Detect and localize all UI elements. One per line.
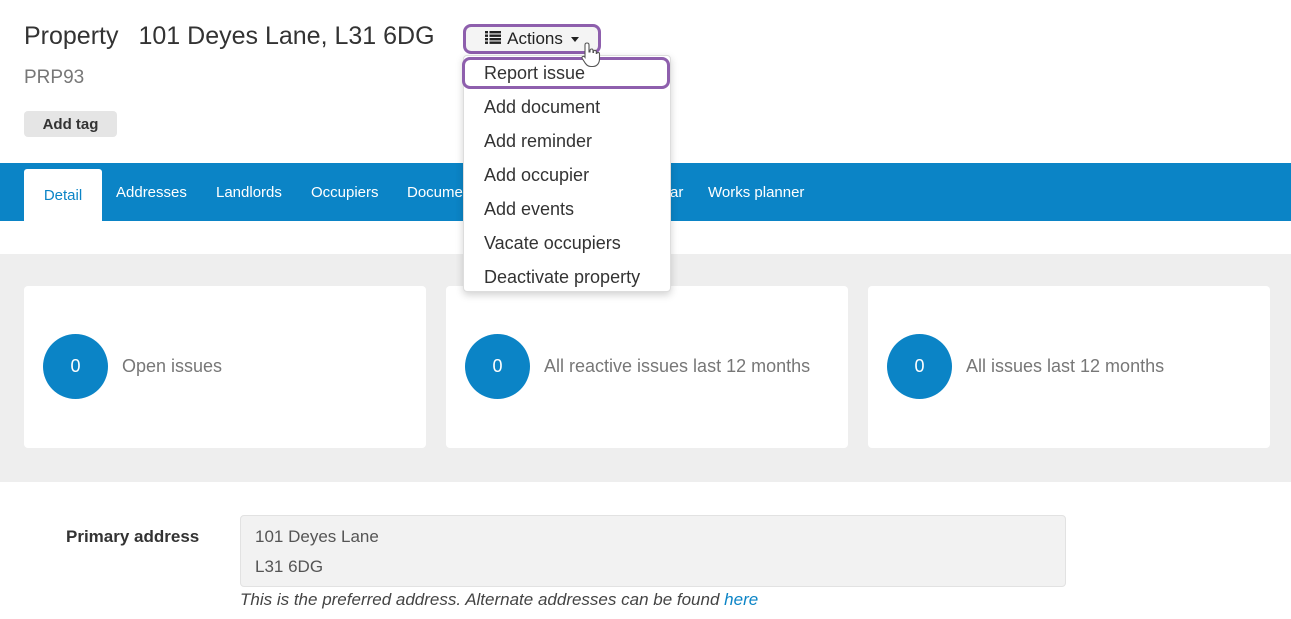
tab-detail[interactable]: Detail bbox=[24, 169, 102, 221]
menu-item-add-reminder[interactable]: Add reminder bbox=[464, 125, 670, 157]
entity-label: Property bbox=[24, 22, 119, 50]
primary-address-box: 101 Deyes Lane L31 6DG bbox=[240, 515, 1066, 587]
menu-item-deactivate-property[interactable]: Deactivate property bbox=[464, 261, 670, 293]
menu-item-add-events[interactable]: Add events bbox=[464, 193, 670, 225]
tab-landlords[interactable]: Landlords bbox=[216, 163, 282, 221]
actions-dropdown-menu: Report issue Add document Add reminder A… bbox=[462, 55, 671, 293]
alternate-addresses-link[interactable]: here bbox=[724, 590, 758, 609]
actions-label: Actions bbox=[507, 29, 563, 48]
stat-label: All reactive issues last 12 months bbox=[544, 356, 811, 376]
add-tag-button[interactable]: Add tag bbox=[24, 111, 117, 137]
menu-item-report-issue[interactable]: Report issue bbox=[462, 57, 670, 89]
menu-item-add-occupier[interactable]: Add occupier bbox=[464, 159, 670, 191]
address-line-1: 101 Deyes Lane bbox=[255, 527, 379, 546]
primary-address-label: Primary address bbox=[66, 527, 200, 546]
stat-count: 0 bbox=[43, 334, 108, 399]
tab-addresses[interactable]: Addresses bbox=[116, 163, 187, 221]
stat-count: 0 bbox=[887, 334, 952, 399]
menu-item-vacate-occupiers[interactable]: Vacate occupiers bbox=[464, 227, 670, 259]
tab-works-planner[interactable]: Works planner bbox=[708, 163, 804, 221]
address-line-2: L31 6DG bbox=[255, 557, 324, 576]
stat-label: Open issues bbox=[122, 356, 223, 376]
stat-count: 0 bbox=[465, 334, 530, 399]
caret-down-icon bbox=[570, 36, 579, 42]
property-code: PRP93 bbox=[24, 67, 85, 88]
hand-pointer-icon bbox=[580, 42, 602, 73]
menu-item-add-document[interactable]: Add document bbox=[464, 91, 670, 123]
stat-card-all-issues[interactable]: 0 All issues last 12 months bbox=[868, 286, 1270, 448]
property-address: 101 Deyes Lane, L31 6DG bbox=[138, 22, 435, 50]
tab-occupiers[interactable]: Occupiers bbox=[311, 163, 379, 221]
page-title: Property 101 Deyes Lane, L31 6DG bbox=[24, 22, 435, 51]
address-note: This is the preferred address. Alternate… bbox=[240, 590, 758, 610]
tab-calendar[interactable]: ar bbox=[670, 163, 683, 221]
list-icon bbox=[485, 29, 502, 49]
stat-card-reactive-issues[interactable]: 0 All reactive issues last 12 months bbox=[446, 286, 848, 448]
stat-label: All issues last 12 months bbox=[966, 356, 1165, 376]
address-note-text: This is the preferred address. Alternate… bbox=[240, 590, 725, 609]
tab-documents[interactable]: Docume bbox=[407, 163, 463, 221]
stat-card-open-issues[interactable]: 0 Open issues bbox=[24, 286, 426, 448]
